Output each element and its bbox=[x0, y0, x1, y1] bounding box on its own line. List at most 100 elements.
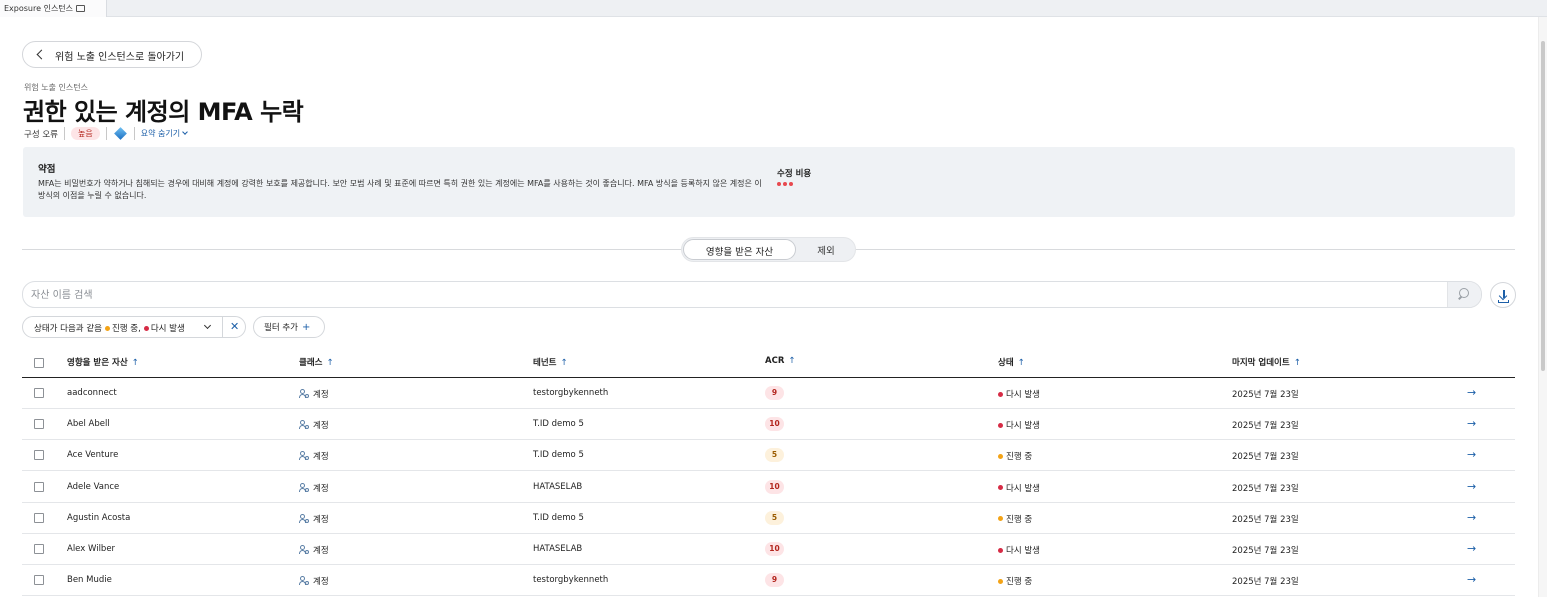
row-checkbox[interactable] bbox=[34, 512, 44, 523]
account-icon bbox=[299, 389, 309, 399]
cell-asset[interactable]: Abel Abell bbox=[67, 419, 110, 429]
cell-asset[interactable]: Adele Vance bbox=[67, 482, 119, 492]
download-icon-base bbox=[1498, 300, 1509, 303]
download-button[interactable] bbox=[1490, 282, 1516, 308]
table-row[interactable]: aadconnect 계정 testorgbykenneth 9 다시 발생 2025년 … bbox=[22, 378, 1515, 409]
cell-status-label: 다시 발생 bbox=[1006, 390, 1040, 400]
row-checkbox[interactable] bbox=[34, 481, 44, 492]
recurred-dot bbox=[143, 325, 149, 331]
col-updated-label: 마지막 업데이트 bbox=[1232, 358, 1290, 368]
row-checkbox[interactable] bbox=[34, 575, 44, 586]
tab-exposure-instance[interactable]: Exposure 인스턴스 bbox=[0, 0, 107, 17]
cell-tenant: HATASELAB bbox=[533, 544, 583, 554]
meta-bar: 구성 오류 높음 요약 숨기기 bbox=[24, 127, 188, 140]
status-dot bbox=[998, 578, 1003, 584]
cell-status: 진행 중 bbox=[998, 575, 1032, 587]
select-all-checkbox[interactable] bbox=[34, 358, 44, 368]
cell-acr: 5 bbox=[765, 448, 784, 463]
status-dot bbox=[998, 547, 1003, 553]
col-acr[interactable]: ACR ↑ bbox=[765, 356, 796, 366]
table-row[interactable]: Ace Venture 계정 T.ID demo 5 5 진행 중 2025년 7월 23… bbox=[22, 440, 1515, 472]
cell-class: 계정 bbox=[299, 544, 329, 556]
account-icon bbox=[299, 576, 309, 586]
status-dot bbox=[998, 516, 1003, 522]
cell-asset[interactable]: Alex Wilber bbox=[67, 544, 115, 554]
meta-separator bbox=[105, 127, 107, 140]
cell-status-label: 다시 발생 bbox=[1006, 483, 1040, 494]
cell-asset[interactable]: Agustin Acosta bbox=[67, 513, 130, 523]
cell-status-label: 진행 중 bbox=[1006, 577, 1033, 588]
arrow-right-icon[interactable]: → bbox=[1467, 511, 1476, 524]
download-icon-head bbox=[1498, 291, 1508, 301]
col-tenant[interactable]: 테넌트 ↑ bbox=[533, 356, 568, 368]
cell-asset[interactable]: aadconnect bbox=[67, 388, 117, 398]
sort-arrow-icon: ↑ bbox=[131, 358, 139, 368]
arrow-right-icon[interactable]: → bbox=[1467, 480, 1476, 493]
acr-badge: 10 bbox=[765, 479, 784, 494]
status-dot bbox=[998, 391, 1003, 397]
sort-arrow-icon: ↑ bbox=[788, 356, 796, 366]
cell-status: 진행 중 bbox=[998, 513, 1032, 525]
cell-class: 계정 bbox=[299, 575, 329, 587]
table-row[interactable]: Agustin Acosta 계정 T.ID demo 5 5 진행 중 2025년 7월… bbox=[22, 503, 1515, 534]
severity-badge: 높음 bbox=[70, 127, 100, 140]
arrow-right-icon[interactable]: → bbox=[1467, 542, 1476, 555]
col-class[interactable]: 클래스 ↑ bbox=[299, 356, 334, 368]
cell-updated: 2025년 7월 23일 bbox=[1232, 546, 1299, 556]
cell-updated: 2025년 7월 23일 bbox=[1232, 390, 1299, 400]
chevron-down-icon[interactable] bbox=[203, 321, 212, 330]
col-acr-label: ACR bbox=[765, 356, 785, 366]
table-row[interactable]: Abel Abell 계정 T.ID demo 5 10 다시 발생 2025년 7월 2… bbox=[22, 409, 1515, 441]
cell-class: 계정 bbox=[299, 450, 329, 462]
row-checkbox[interactable] bbox=[34, 450, 44, 461]
clear-filter-icon[interactable]: ✕ bbox=[230, 320, 239, 333]
col-asset-label: 영향을 받은 자산 bbox=[67, 358, 128, 368]
weakness-panel: 약점 MFA는 비밀번호가 약하거나 침해되는 경우에 대비해 계정에 강력한 … bbox=[23, 147, 1515, 217]
cell-class-label: 계정 bbox=[313, 421, 329, 432]
col-updated[interactable]: 마지막 업데이트 ↑ bbox=[1232, 356, 1301, 368]
remediation-cost-heading: 수정 비용 bbox=[777, 169, 812, 179]
page-scrollbar[interactable] bbox=[1538, 17, 1547, 597]
cell-class-label: 계정 bbox=[313, 546, 329, 556]
weakness-text: MFA는 비밀번호가 약하거나 침해되는 경우에 대비해 계정에 강력한 보호를… bbox=[38, 179, 762, 200]
arrow-right-icon[interactable]: → bbox=[1467, 417, 1476, 430]
hide-summary-toggle[interactable]: 요약 숨기기 bbox=[141, 128, 188, 139]
table-row[interactable]: Alex Wilber 계정 HATASELAB 10 다시 발생 2025년 7월 23… bbox=[22, 534, 1515, 565]
cell-class: 계정 bbox=[299, 419, 329, 431]
status-dot bbox=[998, 453, 1003, 459]
arrow-right-icon[interactable]: → bbox=[1467, 448, 1476, 461]
acr-badge: 9 bbox=[765, 573, 784, 588]
back-button[interactable]: 위험 노출 인스턴스로 돌아가기 bbox=[22, 41, 202, 68]
acr-badge: 5 bbox=[765, 510, 784, 525]
search-input[interactable] bbox=[31, 287, 1431, 303]
tab-affected-assets[interactable]: 영향을 받은 자산 bbox=[683, 239, 796, 260]
cell-updated: 2025년 7월 23일 bbox=[1232, 514, 1299, 525]
cell-acr: 10 bbox=[765, 542, 784, 556]
search-button[interactable] bbox=[1447, 282, 1481, 307]
cell-status-label: 다시 발생 bbox=[1006, 421, 1040, 432]
add-filter-button[interactable]: 필터 추가 + bbox=[253, 316, 325, 338]
table-row[interactable]: Adele Vance 계정 HATASELAB 10 다시 발생 2025년 7월 23… bbox=[22, 472, 1515, 503]
cell-tenant: testorgbykenneth bbox=[533, 388, 609, 398]
table-row[interactable]: Ben Mudie 계정 testorgbykenneth 9 진행 중 2025년 7월… bbox=[22, 565, 1515, 597]
tab-excluded[interactable]: 제외 bbox=[800, 243, 852, 257]
col-class-label: 클래스 bbox=[299, 358, 323, 368]
row-checkbox[interactable] bbox=[34, 419, 44, 430]
row-checkbox[interactable] bbox=[34, 388, 44, 398]
row-checkbox[interactable] bbox=[34, 544, 44, 554]
cell-asset[interactable]: Ace Venture bbox=[67, 450, 118, 460]
arrow-right-icon[interactable]: → bbox=[1467, 386, 1476, 399]
status-dot bbox=[998, 422, 1003, 428]
cell-acr: 10 bbox=[765, 479, 784, 494]
status-dot bbox=[998, 485, 1003, 491]
arrow-right-icon[interactable]: → bbox=[1467, 573, 1476, 586]
scrollbar-thumb[interactable] bbox=[1541, 41, 1545, 371]
cell-acr: 10 bbox=[765, 417, 784, 432]
status-filter-chip[interactable]: 상태가 다음과 같음 진행 중, 다시 발생 ✕ bbox=[22, 316, 246, 338]
defender-diamond-icon bbox=[113, 127, 127, 140]
cell-asset[interactable]: Ben Mudie bbox=[67, 575, 112, 585]
col-asset[interactable]: 영향을 받은 자산 ↑ bbox=[67, 356, 139, 368]
filter-chip-text: 상태가 다음과 같음 진행 중, 다시 발생 bbox=[34, 322, 185, 334]
col-status[interactable]: 상태 ↑ bbox=[998, 356, 1025, 368]
cell-class-label: 계정 bbox=[313, 514, 329, 525]
